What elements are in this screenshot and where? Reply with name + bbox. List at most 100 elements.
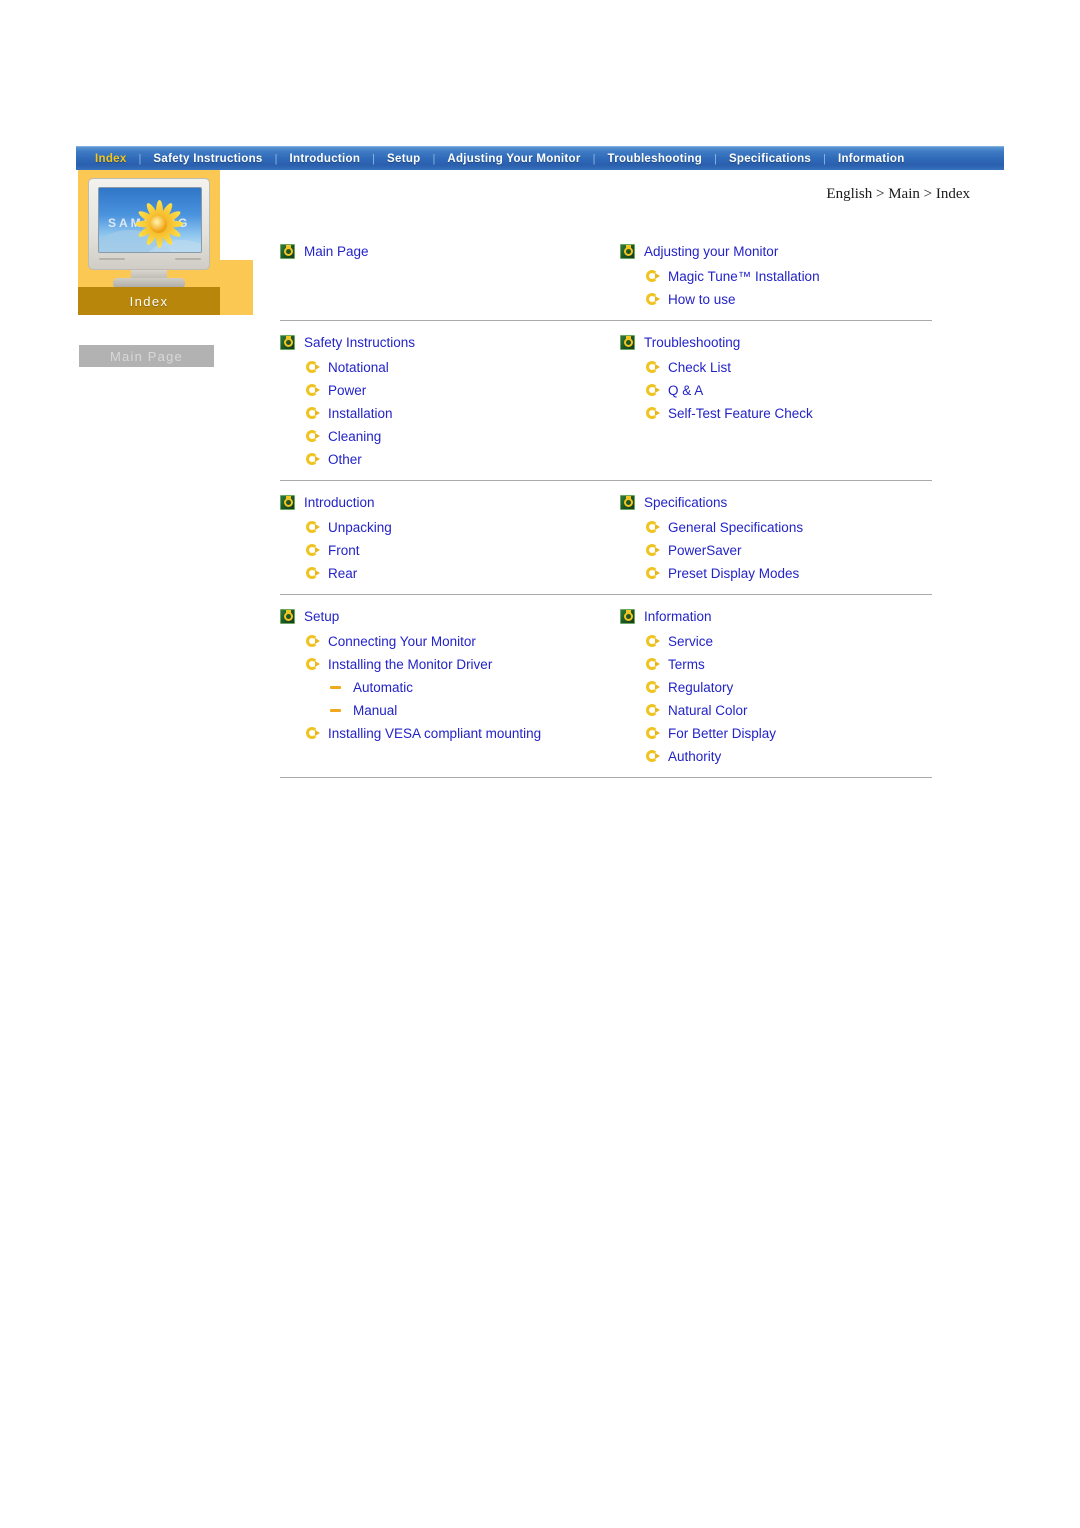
section-link-adjusting-your-monitor[interactable]: Adjusting your Monitor bbox=[620, 240, 932, 262]
section-link-introduction[interactable]: Introduction bbox=[280, 491, 606, 513]
sub-label: Regulatory bbox=[668, 679, 734, 695]
nav-separator: | bbox=[274, 152, 278, 165]
nav-separator: | bbox=[372, 152, 376, 165]
sub-link-power[interactable]: Power bbox=[306, 380, 606, 400]
leaf-label: Automatic bbox=[353, 679, 414, 695]
leaf-link-manual[interactable]: Manual bbox=[330, 700, 606, 720]
nav-separator: | bbox=[823, 152, 826, 165]
leaf-link-automatic[interactable]: Automatic bbox=[330, 677, 606, 697]
sub-link-for-better-display[interactable]: For Better Display bbox=[646, 723, 932, 743]
sub-link-preset-display-modes[interactable]: Preset Display Modes bbox=[646, 563, 932, 583]
section-link-safety-instructions[interactable]: Safety Instructions bbox=[280, 331, 606, 353]
sub-link-rear[interactable]: Rear bbox=[306, 563, 606, 583]
crt-monitor-illustration: SAMSUNG bbox=[88, 178, 210, 290]
index-content: Main Page Adjusting your Monitor Magic Tun… bbox=[280, 240, 932, 788]
green-square-gold-ring-icon bbox=[620, 608, 635, 624]
section-link-setup[interactable]: Setup bbox=[280, 605, 606, 627]
nav-item-setup[interactable]: Setup bbox=[376, 148, 431, 170]
nav-separator: | bbox=[714, 152, 717, 165]
section-link-information[interactable]: Information bbox=[620, 605, 932, 627]
index-group: Main Page Adjusting your Monitor Magic Tun… bbox=[280, 240, 932, 321]
green-square-gold-ring-icon bbox=[620, 334, 635, 350]
index-group: Setup Connecting Your Monitor Installing t… bbox=[280, 605, 932, 778]
gold-circular-arrow-icon bbox=[646, 657, 660, 671]
section-link-main-page[interactable]: Main Page bbox=[280, 240, 606, 262]
green-square-gold-ring-icon bbox=[280, 243, 295, 259]
section-label: Information bbox=[644, 608, 712, 624]
sub-link-regulatory[interactable]: Regulatory bbox=[646, 677, 932, 697]
sub-link-check-list[interactable]: Check List bbox=[646, 357, 932, 377]
gold-circular-arrow-icon bbox=[306, 429, 320, 443]
nav-separator: | bbox=[138, 152, 142, 165]
sub-label: Front bbox=[328, 542, 360, 558]
section-label: Setup bbox=[304, 608, 340, 624]
index-column-right: Information Service Terms Regulatory Natural… bbox=[606, 605, 932, 769]
index-group: Safety Instructions Notational Power Instal… bbox=[280, 331, 932, 481]
sub-link-self-test-feature-check[interactable]: Self-Test Feature Check bbox=[646, 403, 932, 423]
sub-label: Rear bbox=[328, 565, 358, 581]
section-label: Main Page bbox=[304, 243, 369, 259]
main-page-button[interactable]: Main Page bbox=[79, 345, 214, 367]
sub-label: Notational bbox=[328, 359, 389, 375]
sub-label: Power bbox=[328, 382, 367, 398]
sidebar-caption: Index bbox=[78, 287, 220, 315]
sub-link-how-to-use[interactable]: How to use bbox=[646, 289, 932, 309]
sub-label: Self-Test Feature Check bbox=[668, 405, 813, 421]
gold-circular-arrow-icon bbox=[646, 292, 660, 306]
index-column-left: Setup Connecting Your Monitor Installing t… bbox=[280, 605, 606, 769]
sub-label: General Specifications bbox=[668, 519, 804, 535]
section-label: Safety Instructions bbox=[304, 334, 416, 350]
sub-link-authority[interactable]: Authority bbox=[646, 746, 932, 766]
section-label: Adjusting your Monitor bbox=[644, 243, 779, 259]
sub-link-installation[interactable]: Installation bbox=[306, 403, 606, 423]
sub-link-connecting-your-monitor[interactable]: Connecting Your Monitor bbox=[306, 631, 606, 651]
sub-link-service[interactable]: Service bbox=[646, 631, 932, 651]
index-column-right: Troubleshooting Check List Q & A Self-Test … bbox=[606, 331, 932, 472]
sub-link-q-a[interactable]: Q & A bbox=[646, 380, 932, 400]
nav-item-introduction[interactable]: Introduction bbox=[279, 148, 372, 170]
sub-label: Q & A bbox=[668, 382, 704, 398]
sub-link-powersaver[interactable]: PowerSaver bbox=[646, 540, 932, 560]
gold-circular-arrow-icon bbox=[646, 406, 660, 420]
sub-link-general-specifications[interactable]: General Specifications bbox=[646, 517, 932, 537]
sunburst-flower-icon bbox=[135, 200, 184, 248]
gold-circular-arrow-icon bbox=[646, 383, 660, 397]
nav-separator: | bbox=[592, 152, 596, 165]
sub-link-cleaning[interactable]: Cleaning bbox=[306, 426, 606, 446]
breadcrumb: English > Main > Index bbox=[826, 186, 970, 202]
nav-item-safety-instructions[interactable]: Safety Instructions bbox=[142, 148, 273, 170]
green-square-gold-ring-icon bbox=[280, 334, 295, 350]
sub-label: Connecting Your Monitor bbox=[328, 633, 476, 649]
nav-item-information[interactable]: Information bbox=[827, 148, 916, 170]
section-link-specifications[interactable]: Specifications bbox=[620, 491, 932, 513]
section-link-troubleshooting[interactable]: Troubleshooting bbox=[620, 331, 932, 353]
sub-link-terms[interactable]: Terms bbox=[646, 654, 932, 674]
sub-link-magic-tune-installation[interactable]: Magic Tune™ Installation bbox=[646, 266, 932, 286]
sub-link-installing-the-monitor-driver[interactable]: Installing the Monitor Driver bbox=[306, 654, 606, 674]
sub-label: PowerSaver bbox=[668, 542, 742, 558]
green-square-gold-ring-icon bbox=[280, 494, 295, 510]
sub-link-notational[interactable]: Notational bbox=[306, 357, 606, 377]
nav-item-specifications[interactable]: Specifications bbox=[718, 148, 822, 170]
green-square-gold-ring-icon bbox=[280, 608, 295, 624]
sub-link-front[interactable]: Front bbox=[306, 540, 606, 560]
sub-link-other[interactable]: Other bbox=[306, 449, 606, 469]
monitor-bezel: SAMSUNG bbox=[88, 178, 210, 270]
nav-item-index[interactable]: Index bbox=[84, 148, 138, 170]
gold-circular-arrow-icon bbox=[646, 566, 660, 580]
sub-link-unpacking[interactable]: Unpacking bbox=[306, 517, 606, 537]
gold-circular-arrow-icon bbox=[646, 543, 660, 557]
gold-circular-arrow-icon bbox=[646, 703, 660, 717]
sub-label: Other bbox=[328, 451, 362, 467]
gold-circular-arrow-icon bbox=[306, 520, 320, 534]
sub-label: Authority bbox=[668, 748, 722, 764]
gold-circular-arrow-icon bbox=[306, 543, 320, 557]
sub-link-natural-color[interactable]: Natural Color bbox=[646, 700, 932, 720]
sub-label: Installing VESA compliant mounting bbox=[328, 725, 542, 741]
nav-item-troubleshooting[interactable]: Troubleshooting bbox=[597, 148, 714, 170]
sub-label: Terms bbox=[668, 656, 705, 672]
sub-link-installing-vesa-compliant-mounting[interactable]: Installing VESA compliant mounting bbox=[306, 723, 606, 743]
gold-circular-arrow-icon bbox=[306, 657, 320, 671]
nav-item-adjusting-your-monitor[interactable]: Adjusting Your Monitor bbox=[436, 148, 591, 170]
gold-circular-arrow-icon bbox=[646, 360, 660, 374]
